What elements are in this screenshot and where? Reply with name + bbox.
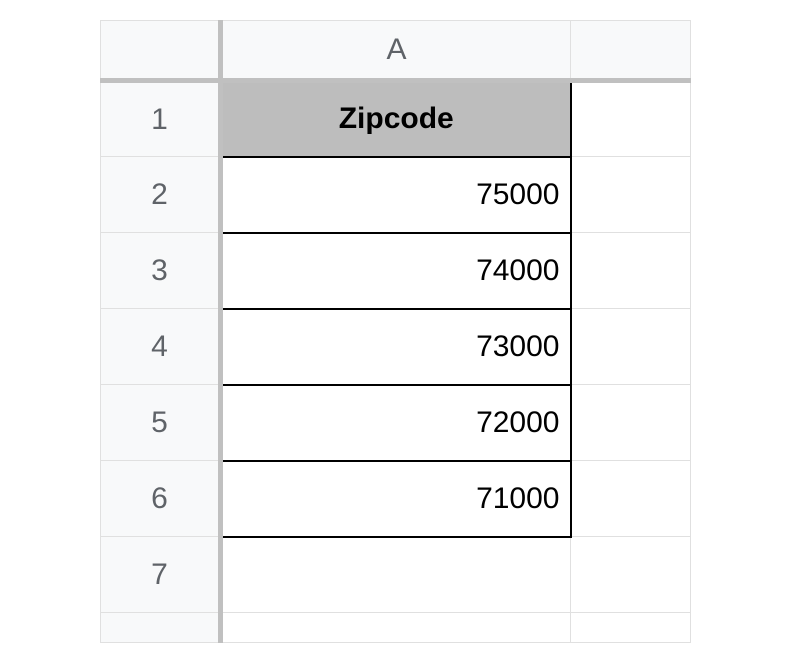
- cell-extra[interactable]: [571, 309, 691, 385]
- column-header-row: A: [101, 21, 691, 81]
- cell-A3[interactable]: 74000: [221, 233, 571, 309]
- row-header-3[interactable]: 3: [101, 233, 221, 309]
- cell-A4[interactable]: 73000: [221, 309, 571, 385]
- table-row: 4 73000: [101, 309, 691, 385]
- cell-extra[interactable]: [571, 233, 691, 309]
- row-header-6[interactable]: 6: [101, 461, 221, 537]
- table-row: 5 72000: [101, 385, 691, 461]
- cell-extra[interactable]: [571, 385, 691, 461]
- cell-A7[interactable]: [221, 537, 571, 613]
- row-header-4[interactable]: 4: [101, 309, 221, 385]
- cell-A1[interactable]: Zipcode: [221, 81, 571, 157]
- column-header-A[interactable]: A: [221, 21, 571, 81]
- cell-A2[interactable]: 75000: [221, 157, 571, 233]
- cell-A5[interactable]: 72000: [221, 385, 571, 461]
- corner-cell[interactable]: [101, 21, 221, 81]
- table-row: 6 71000: [101, 461, 691, 537]
- cell-extra[interactable]: [571, 461, 691, 537]
- cell-extra[interactable]: [571, 157, 691, 233]
- cell-A6[interactable]: 71000: [221, 461, 571, 537]
- cell-extra[interactable]: [571, 537, 691, 613]
- row-header-5[interactable]: 5: [101, 385, 221, 461]
- row-header-7[interactable]: 7: [101, 537, 221, 613]
- column-header-extra[interactable]: [571, 21, 691, 81]
- row-header-1[interactable]: 1: [101, 81, 221, 157]
- table-row: 3 74000: [101, 233, 691, 309]
- row-header-2[interactable]: 2: [101, 157, 221, 233]
- spreadsheet-grid[interactable]: A 1 Zipcode 2 75000 3 74000 4 73000 5 72…: [100, 20, 691, 643]
- cell-extra[interactable]: [571, 613, 691, 643]
- row-header-8[interactable]: [101, 613, 221, 643]
- table-row: 7: [101, 537, 691, 613]
- table-row: 2 75000: [101, 157, 691, 233]
- cell-A8[interactable]: [221, 613, 571, 643]
- table-row: 1 Zipcode: [101, 81, 691, 157]
- cell-extra[interactable]: [571, 81, 691, 157]
- table-row: [101, 613, 691, 643]
